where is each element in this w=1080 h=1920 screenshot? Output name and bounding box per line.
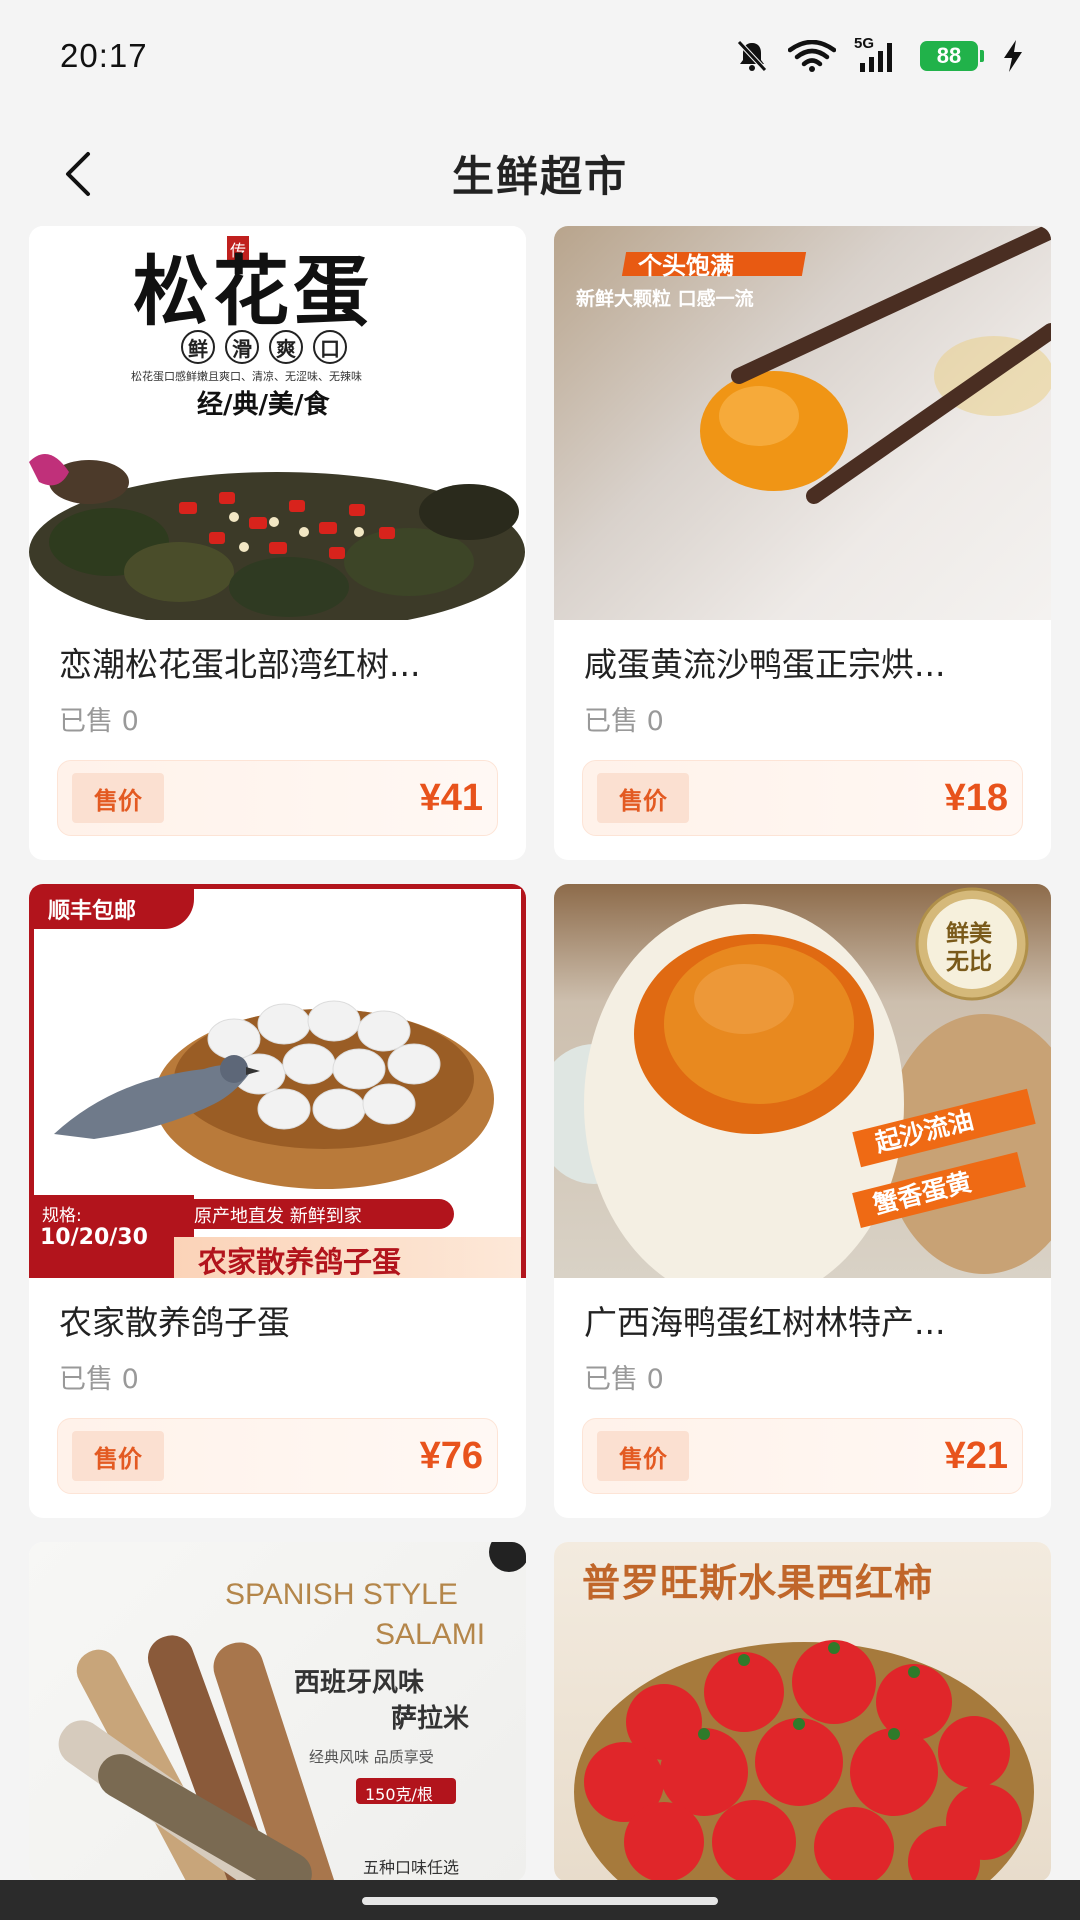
- price-label: 售价: [597, 1431, 689, 1481]
- gesture-handle[interactable]: [362, 1897, 718, 1905]
- product-image-sea-duck-egg: 鲜美 无比 起沙流油 蟹香蛋黄: [554, 884, 1051, 1278]
- image-seal-line2: 无比: [946, 948, 992, 975]
- image-title: 松花蛋: [133, 247, 373, 336]
- price-value: ¥76: [419, 1434, 483, 1477]
- charging-icon: [1002, 39, 1024, 73]
- egg-basket-pigeon: [54, 1000, 494, 1189]
- price-label: 售价: [72, 1431, 164, 1481]
- image-title-en-1: SPANISH STYLE: [225, 1578, 458, 1611]
- signal-icon: 5G: [854, 35, 902, 73]
- battery-icon: 88: [920, 41, 984, 71]
- product-grid: 传 松花蛋 鲜 滑 爽 口 松花蛋口感鲜嫩且爽口、清凉、无涩味、无辣味 经/典/…: [29, 226, 1051, 1882]
- status-bar: 20:17 5G 88: [0, 0, 1080, 112]
- price-box: 售价 ¥18: [582, 760, 1023, 836]
- image-title: 农家散养鸽子蛋: [198, 1245, 402, 1278]
- bell-muted-icon: [734, 39, 770, 73]
- product-card[interactable]: 个头饱满 新鲜大颗粒 口感一流 咸蛋黄流沙鸭蛋正宗烘... 已售 0 售价 ¥1…: [554, 226, 1051, 860]
- image-badge: 鲜: [181, 330, 215, 364]
- chevron-left-icon: [66, 152, 90, 196]
- tomato-basket: [574, 1640, 1034, 1882]
- price-box: 售价 ¥21: [582, 1418, 1023, 1494]
- product-card[interactable]: 顺丰包邮 规格: 10/20/30 原产地直发 新鲜到家 农家散养鸽子蛋 农家散…: [29, 884, 526, 1518]
- egg-yolk-chopsticks: [700, 226, 1051, 504]
- image-tag: 150克/根: [365, 1785, 433, 1804]
- image-bottom: 五种口味任选: [363, 1858, 460, 1877]
- battery-level: 88: [920, 41, 978, 71]
- product-name: 农家散养鸽子蛋: [59, 1303, 290, 1342]
- image-title-cn-2: 萨拉米: [391, 1704, 470, 1734]
- product-image-salted-egg-yolk: 个头饱满 新鲜大颗粒 口感一流: [554, 226, 1051, 620]
- image-title-en-2: SALAMI: [375, 1618, 486, 1651]
- header: 生鲜超市: [0, 112, 1080, 234]
- price-value: ¥21: [944, 1434, 1008, 1477]
- back-button[interactable]: [38, 134, 118, 214]
- image-ribbon: 原产地直发 新鲜到家: [194, 1206, 362, 1227]
- product-sold-count: 已售 0: [59, 706, 139, 737]
- image-badge: 爽: [269, 330, 303, 364]
- product-name: 广西海鸭蛋红树林特产...: [584, 1303, 946, 1342]
- price-box: 售价 ¥41: [57, 760, 498, 836]
- price-value: ¥41: [419, 776, 483, 819]
- product-name: 咸蛋黄流沙鸭蛋正宗烘...: [584, 645, 946, 684]
- product-sold-count: 已售 0: [59, 1364, 139, 1395]
- price-value: ¥18: [944, 776, 1008, 819]
- product-image-preserved-egg: 传 松花蛋 鲜 滑 爽 口 松花蛋口感鲜嫩且爽口、清凉、无涩味、无辣味 经/典/…: [29, 226, 526, 620]
- product-image-pigeon-eggs: 顺丰包邮 规格: 10/20/30 原产地直发 新鲜到家 农家散养鸽子蛋: [29, 884, 526, 1278]
- product-card[interactable]: SPANISH STYLE SALAMI 西班牙风味 萨拉米 经典风味 品质享受…: [29, 1542, 526, 1882]
- image-slogan: 经/典/美/食: [197, 390, 330, 420]
- product-sold-count: 已售 0: [584, 1364, 664, 1395]
- price-box: 售价 ¥76: [57, 1418, 498, 1494]
- preserved-egg-dish: [29, 454, 525, 620]
- image-badges: 鲜 滑 爽 口: [181, 330, 347, 364]
- page-title: 生鲜超市: [451, 151, 628, 201]
- image-title-cn-1: 西班牙风味: [294, 1668, 425, 1698]
- product-card[interactable]: 普罗旺斯水果西红柿: [554, 1542, 1051, 1882]
- gesture-bar: [0, 1880, 1080, 1920]
- price-label: 售价: [597, 773, 689, 823]
- product-card[interactable]: 传 松花蛋 鲜 滑 爽 口 松花蛋口感鲜嫩且爽口、清凉、无涩味、无辣味 经/典/…: [29, 226, 526, 860]
- image-badge: 滑: [225, 330, 259, 364]
- status-time: 20:17: [60, 37, 148, 74]
- image-corner-label: 顺丰包邮: [48, 899, 137, 924]
- status-icons: 5G 88: [734, 35, 1024, 73]
- wifi-icon: [788, 40, 836, 72]
- product-sold-count: 已售 0: [584, 706, 664, 737]
- product-image-tomatoes: 普罗旺斯水果西红柿: [554, 1542, 1051, 1882]
- image-sub: 经典风味 品质享受: [309, 1748, 434, 1766]
- image-spec-value: 10/20/30: [40, 1225, 148, 1250]
- image-badge: 口: [313, 330, 347, 364]
- image-spec-label: 规格:: [42, 1206, 82, 1226]
- price-label: 售价: [72, 773, 164, 823]
- product-image-salami: SPANISH STYLE SALAMI 西班牙风味 萨拉米 经典风味 品质享受…: [29, 1542, 526, 1882]
- product-card[interactable]: 鲜美 无比 起沙流油 蟹香蛋黄 广西海鸭蛋红树林特产... 已售 0 售价 ¥2…: [554, 884, 1051, 1518]
- image-desc: 松花蛋口感鲜嫩且爽口、清凉、无涩味、无辣味: [131, 370, 362, 383]
- product-name: 恋潮松花蛋北部湾红树...: [59, 645, 421, 684]
